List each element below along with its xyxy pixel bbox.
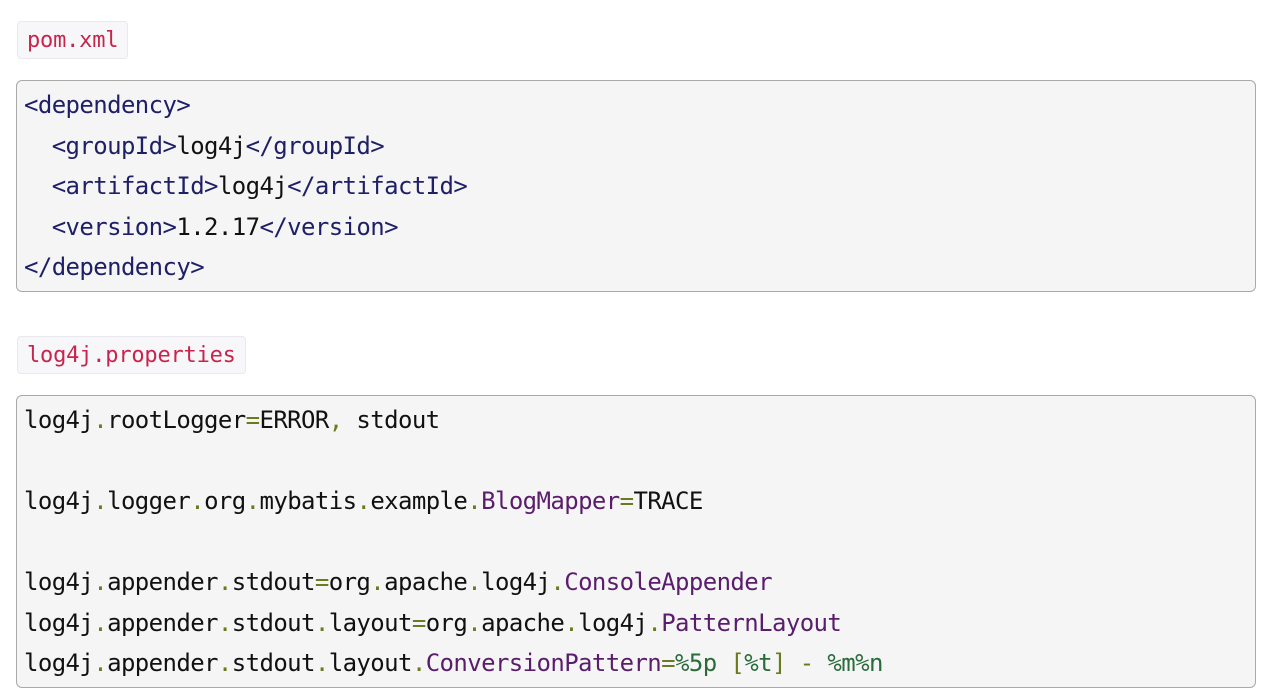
property-key-segment: rootLogger <box>107 406 246 434</box>
pattern-symbol: - <box>799 649 814 677</box>
property-line: log4j.logger.org.mybatis.example.BlogMap… <box>24 481 1255 522</box>
xml-open-tag: <dependency> <box>24 91 191 119</box>
property-key-segment: layout <box>328 608 413 637</box>
property-key-segment: appender <box>107 608 218 637</box>
pattern-text <box>814 649 828 677</box>
property-key-separator: . <box>314 649 329 677</box>
pattern-token: %t <box>744 649 772 677</box>
xml-value: 1.2.17 <box>176 212 260 241</box>
xml-open-tag: </dependency> <box>24 253 205 281</box>
property-equals: = <box>245 406 260 434</box>
property-line: log4j.appender.stdout=org.apache.log4j.C… <box>24 562 1255 603</box>
xml-close-tag: </groupId> <box>245 131 385 160</box>
property-key-separator: . <box>370 568 385 596</box>
property-equals: = <box>411 608 426 637</box>
property-key-separator: . <box>190 487 205 515</box>
property-key-separator: . <box>411 649 426 677</box>
property-key-separator: . <box>217 608 232 637</box>
property-key-separator: . <box>356 487 371 515</box>
property-key-segment: stdout <box>231 608 316 637</box>
property-key-separator: . <box>217 568 232 596</box>
property-key-separator: . <box>467 608 482 637</box>
property-key-segment: mybatis <box>259 487 358 515</box>
property-key-segment: apache <box>384 568 468 596</box>
property-key-segment: org <box>425 608 468 637</box>
property-key-segment: logger <box>107 487 191 515</box>
property-key-segment: org <box>204 487 246 515</box>
xml-open-tag: <version> <box>51 212 177 241</box>
property-key-separator: . <box>647 608 662 637</box>
property-key-separator: . <box>93 568 108 596</box>
property-key-separator: . <box>467 568 482 596</box>
property-key-segment: log4j <box>24 568 94 596</box>
pattern-text <box>717 649 731 677</box>
xml-code-line: <groupId>log4j</groupId> <box>24 126 1255 167</box>
xml-close-tag: </artifactId> <box>287 172 468 200</box>
property-key-separator: . <box>93 649 108 677</box>
property-key-separator: . <box>217 649 232 677</box>
property-key-segment: apache <box>481 608 565 637</box>
pattern-token: %n <box>855 649 883 677</box>
property-value-comma: , <box>328 406 343 434</box>
pom-file-label: pom.xml <box>17 21 129 59</box>
property-key-segment: appender <box>107 649 218 677</box>
properties-code-block: log4j.rootLogger=ERROR, stdout log4j.log… <box>16 395 1256 688</box>
xml-open-tag: <groupId> <box>51 131 177 160</box>
property-key-segment: log4j <box>24 649 94 677</box>
property-key-segment: stdout <box>231 649 316 677</box>
xml-value: log4j <box>217 172 288 200</box>
property-key-segment: stdout <box>231 568 316 596</box>
property-key-separator: . <box>314 608 329 637</box>
property-line: log4j.appender.stdout.layout.ConversionP… <box>24 643 1255 684</box>
property-key-separator: . <box>467 487 482 515</box>
property-value-part: ERROR <box>259 406 329 434</box>
xml-code-line: <artifactId>log4j</artifactId> <box>24 166 1255 207</box>
xml-code-line: </dependency> <box>24 247 1255 288</box>
pattern-symbol: ] <box>771 649 786 677</box>
property-value: TRACE <box>633 487 703 515</box>
property-equals: = <box>314 568 329 596</box>
property-equals: = <box>619 487 634 515</box>
property-value-part: stdout <box>342 406 440 434</box>
property-key-segment: example <box>370 487 468 515</box>
pattern-token: %5p <box>675 649 717 677</box>
property-key-segment: PatternLayout <box>661 608 842 637</box>
property-key-separator: . <box>93 608 108 637</box>
pom-code-block: <dependency> <groupId>log4j</groupId> <a… <box>16 80 1256 292</box>
property-key-separator: . <box>564 608 579 637</box>
property-key-separator: . <box>93 487 108 515</box>
property-key-segment: log4j <box>481 568 551 596</box>
property-line: log4j.rootLogger=ERROR, stdout <box>24 400 1255 441</box>
property-key-segment: appender <box>107 568 218 596</box>
property-key-segment: log4j <box>24 487 94 515</box>
xml-code-line: <version>1.2.17</version> <box>24 207 1255 248</box>
property-key-segment: org <box>328 568 371 596</box>
property-key-segment: BlogMapper <box>481 487 620 515</box>
pattern-symbol: [ <box>730 649 745 677</box>
property-key-separator: . <box>550 568 565 596</box>
xml-open-tag: <artifactId> <box>51 172 219 200</box>
pattern-text <box>786 649 800 677</box>
property-equals: = <box>661 649 675 677</box>
property-key-separator: . <box>245 487 260 515</box>
properties-file-label: log4j.properties <box>17 336 246 374</box>
xml-code-line: <dependency> <box>24 85 1255 126</box>
property-key-segment: log4j <box>24 406 94 434</box>
property-key-segment: log4j <box>24 608 94 637</box>
xml-value: log4j <box>176 131 246 160</box>
property-key-segment: log4j <box>578 608 648 637</box>
property-line: log4j.appender.stdout.layout=org.apache.… <box>24 603 1255 644</box>
property-key-separator: . <box>93 406 108 434</box>
document-page: pom.xml <dependency> <groupId>log4j</gro… <box>0 0 1280 696</box>
property-key-segment: layout <box>328 649 413 677</box>
xml-close-tag: </version> <box>259 212 398 241</box>
pattern-token: %m <box>827 649 856 677</box>
property-key-segment: ConsoleAppender <box>564 568 772 596</box>
property-key-segment: ConversionPattern <box>425 649 662 677</box>
